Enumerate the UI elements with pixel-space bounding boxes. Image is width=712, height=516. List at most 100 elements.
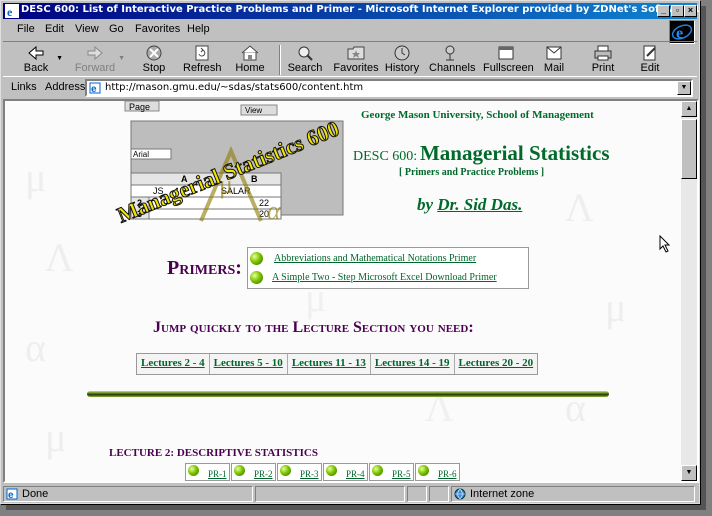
mail-button[interactable]: Mail xyxy=(539,43,569,77)
svg-text:α: α xyxy=(267,196,282,225)
svg-text:e: e xyxy=(91,84,97,94)
course-name: Managerial Statistics xyxy=(419,141,610,165)
scroll-down-button[interactable]: ▼ xyxy=(681,465,697,481)
practice-link-pr-1[interactable]: PR-1 xyxy=(208,469,227,479)
maximize-button[interactable]: ▫ xyxy=(671,5,684,17)
menu-go[interactable]: Go xyxy=(109,23,124,35)
internet-zone-globe-icon xyxy=(454,488,466,500)
ie-app-icon: e xyxy=(5,4,19,18)
page-icon: e xyxy=(89,82,101,94)
practice-link-pr-6[interactable]: PR-6 xyxy=(438,469,457,479)
green-bullet-icon xyxy=(188,465,199,476)
green-bullet-icon xyxy=(280,465,291,476)
window-title: DESC 600: List of Interactive Practice P… xyxy=(21,4,700,15)
svg-text:μ: μ xyxy=(45,415,66,460)
lecture-link-14-19[interactable]: Lectures 14 - 19 xyxy=(371,354,455,374)
page-viewport: μ Λ α μ Λ μ α μ Λ Page View Arial A B JS… xyxy=(3,99,699,483)
primers-list: Abbreviations and Mathematical Notations… xyxy=(247,247,529,289)
lecture-2-heading: LECTURE 2: DESCRIPTIVE STATISTICS xyxy=(109,447,318,459)
address-url: http://mason.gmu.edu/~sdas/stats600/cont… xyxy=(105,82,364,93)
practice-problem-cell: PR-6 xyxy=(415,463,460,481)
lecture-link-20-20[interactable]: Lectures 20 - 20 xyxy=(455,354,538,374)
primer-item: Abbreviations and Mathematical Notations… xyxy=(250,250,528,268)
favorites-button[interactable]: Favorites xyxy=(333,43,379,77)
address-dropdown-button[interactable]: ▼ xyxy=(677,81,691,95)
forward-button[interactable]: Forward ▼ xyxy=(73,43,125,77)
menu-view[interactable]: View xyxy=(75,23,99,35)
refresh-icon xyxy=(195,45,209,61)
status-text-panel: e Done xyxy=(3,486,253,502)
menu-help[interactable]: Help xyxy=(187,23,210,35)
search-icon xyxy=(298,46,313,61)
page-done-icon: e xyxy=(6,488,18,500)
primer-link-abbreviations[interactable]: Abbreviations and Mathematical Notations… xyxy=(274,253,476,264)
history-button[interactable]: History xyxy=(383,43,421,77)
menu-bar: File Edit View Go Favorites Help xyxy=(3,21,697,39)
practice-link-pr-3[interactable]: PR-3 xyxy=(300,469,319,479)
lecture-link-11-13[interactable]: Lectures 11 - 13 xyxy=(288,354,371,374)
managerial-statistics-logo: Page View Arial A B JS SALAR 2 3 22 20 α… xyxy=(113,101,344,225)
status-text: Done xyxy=(22,488,49,500)
by-label: by xyxy=(417,195,434,214)
practice-problem-cell: PR-3 xyxy=(277,463,322,481)
green-bullet-icon xyxy=(418,465,429,476)
forward-arrow-icon xyxy=(87,45,103,61)
refresh-button[interactable]: Refresh xyxy=(183,43,222,77)
status-bar: e Done Internet zone xyxy=(3,485,697,503)
security-zone-panel: Internet zone xyxy=(451,486,695,502)
logo-col-b: B xyxy=(251,174,258,184)
practice-problem-cell: PR-1 xyxy=(185,463,230,481)
svg-text:α: α xyxy=(25,325,46,370)
scroll-up-button[interactable]: ▲ xyxy=(681,101,697,117)
menu-file[interactable]: File xyxy=(17,23,35,35)
svg-text:e: e xyxy=(8,490,14,500)
standard-toolbar: Back ▼ Forward ▼ Stop Refresh Home Search … xyxy=(3,41,697,77)
green-bullet-icon xyxy=(250,271,263,284)
author-link[interactable]: Dr. Sid Das. xyxy=(437,195,522,214)
home-icon xyxy=(241,45,259,61)
edit-button[interactable]: Edit xyxy=(637,43,663,77)
links-button[interactable]: Links xyxy=(11,81,37,93)
fullscreen-button[interactable]: Fullscreen xyxy=(483,43,534,77)
lecture-link-2-4[interactable]: Lectures 2 - 4 xyxy=(137,354,210,374)
course-code: DESC 600: xyxy=(353,149,418,164)
logo-menu-label: View xyxy=(245,106,262,115)
practice-link-pr-5[interactable]: PR-5 xyxy=(392,469,411,479)
practice-problems-row: PR-1 PR-2 PR-3 PR-4 PR-5 PR-6 xyxy=(185,463,461,481)
channels-icon xyxy=(445,45,455,61)
home-button[interactable]: Home xyxy=(235,43,265,77)
school-name: George Mason University, School of Manag… xyxy=(361,109,594,121)
course-title: DESC 600: Managerial Statistics xyxy=(353,141,610,166)
stop-button[interactable]: Stop xyxy=(139,43,169,77)
practice-link-pr-4[interactable]: PR-4 xyxy=(346,469,365,479)
jump-heading: Jump quickly to the Lecture Section you … xyxy=(153,319,474,336)
address-input[interactable]: e http://mason.gmu.edu/~sdas/stats600/co… xyxy=(85,79,693,97)
browser-window: e DESC 600: List of Interactive Practice… xyxy=(0,0,700,504)
mouse-cursor-icon xyxy=(659,235,671,253)
channels-button[interactable]: Channels xyxy=(429,43,475,77)
address-bar: Links Address e http://mason.gmu.edu/~sd… xyxy=(3,78,697,98)
minimize-button[interactable]: _ xyxy=(657,5,670,17)
practice-problem-cell: PR-4 xyxy=(323,463,368,481)
close-button[interactable]: × xyxy=(684,5,697,17)
practice-link-pr-2[interactable]: PR-2 xyxy=(254,469,273,479)
history-icon xyxy=(394,45,410,61)
vertical-scrollbar[interactable]: ▲ ▼ xyxy=(681,101,697,481)
lecture-link-5-10[interactable]: Lectures 5 - 10 xyxy=(210,354,288,374)
back-button[interactable]: Back ▼ xyxy=(17,43,63,77)
print-button[interactable]: Print xyxy=(589,43,617,77)
favorites-folder-icon xyxy=(347,46,365,60)
primer-link-excel-download[interactable]: A Simple Two - Step Microsoft Excel Down… xyxy=(272,272,497,283)
menu-edit[interactable]: Edit xyxy=(45,23,64,35)
course-subtitle: [ Primers and Practice Problems ] xyxy=(399,167,545,178)
status-panel-empty xyxy=(255,486,405,502)
menu-favorites[interactable]: Favorites xyxy=(135,23,180,35)
title-bar: e DESC 600: List of Interactive Practice… xyxy=(3,3,700,19)
logo-font-box: Arial xyxy=(133,150,149,159)
svg-text:Λ: Λ xyxy=(45,235,74,280)
status-panel-empty xyxy=(407,486,427,502)
svg-text:Λ: Λ xyxy=(565,185,594,230)
search-button[interactable]: Search xyxy=(287,43,323,77)
section-divider xyxy=(87,391,609,397)
scroll-thumb[interactable] xyxy=(681,119,697,179)
